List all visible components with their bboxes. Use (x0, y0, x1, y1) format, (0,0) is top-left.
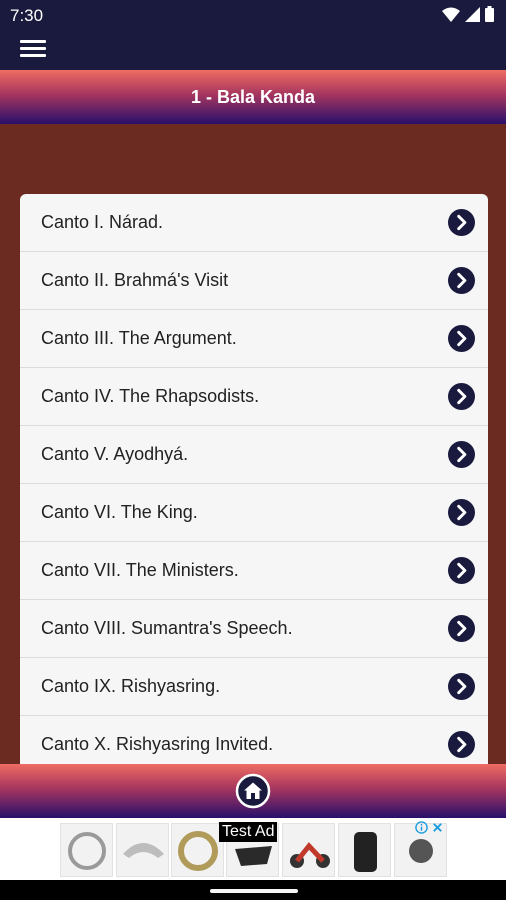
ad-product-image[interactable] (116, 823, 169, 877)
chevron-right-icon[interactable] (448, 267, 475, 294)
ad-choices[interactable] (415, 821, 443, 834)
list-item[interactable]: Canto IX. Rishyasring. (20, 658, 488, 716)
chevron-right-icon[interactable] (448, 673, 475, 700)
status-time: 7:30 (10, 6, 44, 25)
ad-product-image[interactable] (60, 823, 113, 877)
list-item-label: Canto V. Ayodhyá. (41, 444, 189, 464)
battery-icon (485, 6, 494, 22)
app-bar (0, 30, 506, 70)
list-item[interactable]: Canto I. Nárad. (20, 194, 488, 252)
chevron-right-icon[interactable] (448, 615, 475, 642)
list-item-label: Canto VI. The King. (41, 502, 198, 522)
menu-icon[interactable] (20, 40, 46, 60)
bottom-bar (0, 764, 506, 818)
chevron-right-icon[interactable] (448, 441, 475, 468)
home-icon[interactable] (235, 773, 271, 809)
list-item[interactable]: Canto X. Rishyasring Invited. (20, 716, 488, 764)
list-item[interactable]: Canto V. Ayodhyá. (20, 426, 488, 484)
chevron-right-icon[interactable] (448, 325, 475, 352)
list-item-label: Canto X. Rishyasring Invited. (41, 734, 274, 754)
list-item-label: Canto VII. The Ministers. (41, 560, 239, 580)
chevron-right-icon[interactable] (448, 499, 475, 526)
content-area[interactable]: Canto I. Nárad. Canto II. Brahmá's Visit… (0, 124, 506, 764)
list-item-label: Canto I. Nárad. (41, 212, 164, 232)
home-gesture-handle[interactable] (210, 889, 298, 893)
status-icons (442, 6, 494, 22)
ad-banner[interactable]: Test Ad (0, 818, 506, 880)
chevron-right-icon[interactable] (448, 209, 475, 236)
list-item[interactable]: Canto VIII. Sumantra's Speech. (20, 600, 488, 658)
ad-product-image[interactable] (171, 823, 224, 877)
list-item-label: Canto II. Brahmá's Visit (41, 270, 229, 290)
status-bar: 7:30 (0, 0, 506, 30)
list-item-label: Canto III. The Argument. (41, 328, 237, 348)
info-icon[interactable] (415, 821, 428, 834)
list-item[interactable]: Canto III. The Argument. (20, 310, 488, 368)
system-nav-bar (0, 880, 506, 900)
chevron-right-icon[interactable] (448, 557, 475, 584)
ad-product-image[interactable] (282, 823, 335, 877)
close-icon[interactable] (432, 822, 443, 833)
list-item[interactable]: Canto VII. The Ministers. (20, 542, 488, 600)
list-item-label: Canto IV. The Rhapsodists. (41, 386, 260, 406)
chevron-right-icon[interactable] (448, 731, 475, 758)
list-item-label: Canto VIII. Sumantra's Speech. (41, 618, 293, 638)
ad-product-image[interactable] (338, 823, 391, 877)
list-item[interactable]: Canto IV. The Rhapsodists. (20, 368, 488, 426)
list-item[interactable]: Canto VI. The King. (20, 484, 488, 542)
list-item[interactable]: Canto II. Brahmá's Visit (20, 252, 488, 310)
list-item-label: Canto IX. Rishyasring. (41, 676, 221, 696)
canto-list: Canto I. Nárad. Canto II. Brahmá's Visit… (20, 194, 488, 764)
ad-label: Test Ad (219, 822, 278, 842)
chevron-right-icon[interactable] (448, 383, 475, 410)
page-title: 1 - Bala Kanda (190, 86, 316, 107)
wifi-icon (442, 7, 460, 22)
title-bar: 1 - Bala Kanda (0, 70, 506, 124)
signal-icon (465, 6, 480, 22)
